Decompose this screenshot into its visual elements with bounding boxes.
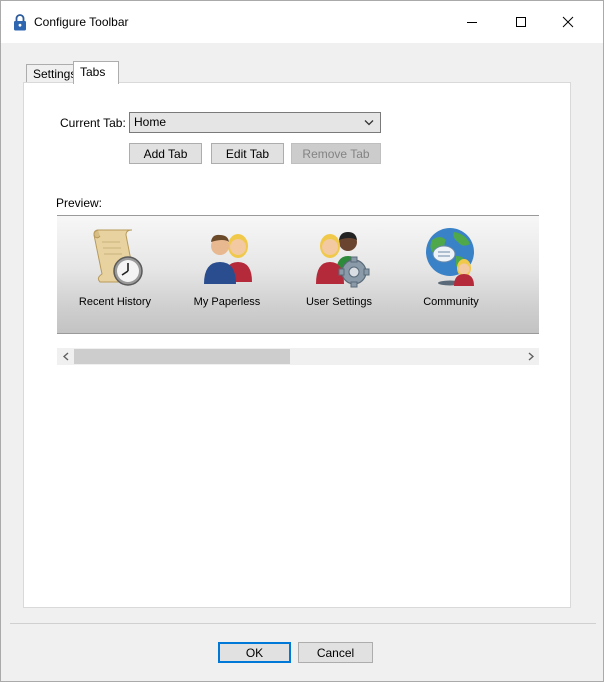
document-icon: [534, 226, 539, 288]
current-tab-label: Current Tab:: [60, 116, 126, 130]
scroll-left-button[interactable]: [57, 348, 74, 365]
preview-item-user-settings[interactable]: User Settings: [283, 216, 395, 333]
edit-tab-button[interactable]: Edit Tab: [211, 143, 284, 164]
tab-tabs[interactable]: Tabs: [73, 61, 119, 84]
cancel-button[interactable]: Cancel: [298, 642, 373, 663]
close-button[interactable]: [545, 1, 591, 43]
ok-button[interactable]: OK: [218, 642, 291, 663]
preview-item-label: Recent History: [78, 296, 152, 308]
current-tab-value: Home: [134, 115, 167, 129]
tabs-panel: Current Tab: Home Add Tab Edit Tab Remov…: [23, 82, 571, 608]
configure-toolbar-window: Configure Toolbar Settings Tabs Current …: [0, 0, 604, 682]
preview-item-recent-history[interactable]: Recent History: [59, 216, 171, 333]
minimize-button[interactable]: [449, 1, 495, 43]
remove-tab-button[interactable]: Remove Tab: [291, 143, 381, 164]
my-paperless-icon: [204, 234, 252, 284]
scroll-right-button[interactable]: [522, 348, 539, 365]
preview-item-label: My Paperless: [193, 296, 261, 308]
user-settings-icon: [316, 232, 370, 288]
maximize-icon: [516, 17, 526, 27]
current-tab-select[interactable]: Home: [129, 112, 381, 133]
chevron-left-icon: [62, 352, 68, 361]
add-tab-button[interactable]: Add Tab: [129, 143, 202, 164]
preview-label: Preview:: [56, 196, 103, 210]
chevron-right-icon: [528, 352, 534, 361]
preview-item-partial[interactable]: [507, 216, 539, 333]
footer-separator: [10, 623, 596, 624]
recent-history-icon: [93, 229, 143, 286]
maximize-button[interactable]: [498, 1, 544, 43]
lock-icon: [14, 14, 26, 31]
scrollbar-thumb[interactable]: [74, 349, 290, 364]
preview-horizontal-scrollbar[interactable]: [57, 348, 539, 365]
chevron-down-icon: [364, 120, 374, 126]
title-bar[interactable]: Configure Toolbar: [1, 1, 603, 43]
preview-item-my-paperless[interactable]: My Paperless: [171, 216, 283, 333]
window-title: Configure Toolbar: [34, 15, 129, 29]
close-icon: [562, 16, 574, 28]
preview-item-community[interactable]: Community: [395, 216, 507, 333]
toolbar-preview: Recent History My Paperless User Setting…: [57, 215, 539, 334]
community-icon: [426, 228, 474, 286]
tab-settings[interactable]: Settings: [26, 64, 76, 83]
minimize-icon: [467, 22, 477, 23]
preview-item-label: User Settings: [305, 296, 373, 308]
preview-item-label: Community: [423, 296, 479, 308]
